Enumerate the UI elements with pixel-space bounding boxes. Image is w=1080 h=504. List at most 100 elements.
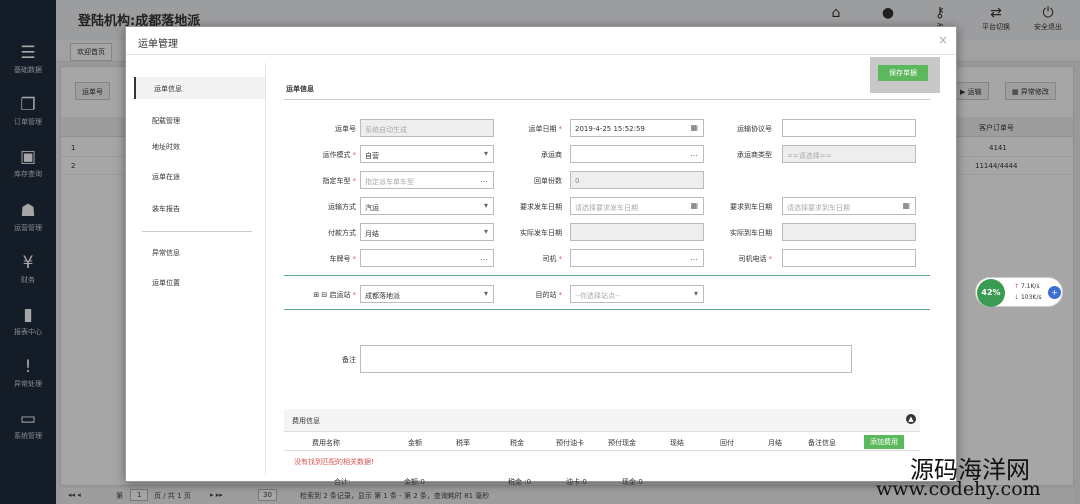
- label-text: 司机: [542, 255, 557, 263]
- fee-col-monthly: 月结: [768, 439, 782, 447]
- waybill-modal: 运单管理 × 运单信息 配载管理 地址时效 运单在途 装车报告 异常信息 运单位…: [125, 26, 957, 486]
- label-actual-arrive: 实际到车日期: [692, 228, 772, 238]
- arrow-up-icon: ↑: [1014, 283, 1020, 290]
- nav-loading-report[interactable]: 装车报告: [134, 197, 265, 219]
- save-button[interactable]: 保存单据: [878, 65, 928, 81]
- label-text: 备注: [342, 356, 356, 364]
- waybill-no-field[interactable]: 系统自动生成: [360, 119, 494, 137]
- label-carrier: 承运商: [482, 150, 562, 160]
- nav-address-timing[interactable]: 地址时效: [134, 135, 265, 157]
- plate-no-field[interactable]: …: [360, 249, 494, 267]
- fee-col-tax-rate: 税率: [456, 439, 470, 447]
- nav-exceptions[interactable]: 异常信息: [134, 241, 265, 263]
- waybill-date-field[interactable]: 2019-4-25 15:52:59 ▦: [570, 119, 704, 137]
- label-text: 实际到车日期: [730, 229, 772, 237]
- label-transport-mode: 运输方式: [276, 202, 356, 212]
- agreement-no-field[interactable]: [782, 119, 916, 137]
- nav-divider: [142, 231, 252, 232]
- label-destination: 目的站 *: [535, 291, 563, 299]
- req-depart-field[interactable]: 请选择要求发车日期 ▦: [570, 197, 704, 215]
- label-text: 运单日期: [528, 125, 557, 133]
- carrier-type-field[interactable]: ==请选择==: [782, 145, 916, 163]
- fee-table-header: 费用名称 金额 税率 税金 预付油卡 预付现金 现结 回付 月结 备注信息 添加…: [284, 431, 920, 451]
- label-text: 运作模式: [322, 151, 351, 159]
- download-speed-value: 103K/s: [1020, 294, 1042, 301]
- nav-loading[interactable]: 配载管理: [134, 109, 265, 131]
- label-req-arrive: 要求到车日期: [692, 202, 772, 212]
- nav-waybill-info[interactable]: 运单信息: [134, 77, 265, 99]
- section-divider-green: [284, 309, 930, 310]
- arrow-down-icon: ↓: [1014, 294, 1020, 301]
- field-value: 成都落地派: [365, 292, 400, 300]
- label-text: ⊞ ⊟ 启运站: [313, 291, 351, 299]
- carrier-field[interactable]: …: [570, 145, 704, 163]
- total-label: 合计:: [334, 478, 351, 486]
- destination-select[interactable]: --你选择站点-- ▾: [570, 285, 704, 303]
- modal-title: 运单管理: [138, 39, 178, 50]
- section-divider: [284, 99, 930, 100]
- actual-depart-field[interactable]: [570, 223, 704, 241]
- fee-section-title: 费用信息: [292, 417, 320, 425]
- collapse-icon[interactable]: ▲: [906, 414, 916, 424]
- no-data-message: 没有找到匹配的相关数据!: [294, 458, 374, 466]
- settlement-select[interactable]: 月结 ▾: [360, 223, 494, 241]
- label-text: 承运商: [541, 151, 562, 159]
- label-text: 要求发车日期: [520, 203, 562, 211]
- actual-arrive-field[interactable]: [782, 223, 916, 241]
- operation-mode-select[interactable]: 自营 ▾: [360, 145, 494, 163]
- label-text: 指定车型: [322, 177, 351, 185]
- label-text: 运输方式: [328, 203, 356, 211]
- transport-mode-select[interactable]: 汽运 ▾: [360, 197, 494, 215]
- fee-col-tax: 税金: [510, 439, 524, 447]
- download-speed: ↓ 103K/s: [1014, 294, 1042, 301]
- label-driver-phone: 司机电话 *: [738, 255, 773, 263]
- driver-phone-field[interactable]: [782, 249, 916, 267]
- origin-select[interactable]: 成都落地派 ▾: [360, 285, 494, 303]
- label-text: 运单号: [335, 125, 356, 133]
- nav-location[interactable]: 运单位置: [134, 271, 265, 293]
- driver-field[interactable]: …: [570, 249, 704, 267]
- modal-header: 运单管理 ×: [126, 27, 956, 55]
- field-value: 2019-4-25 15:52:59: [575, 125, 645, 133]
- fee-col-remark: 备注信息: [808, 439, 836, 447]
- upload-speed: ↑ 7.1K/s: [1014, 283, 1040, 290]
- label-carrier-type: 承运商类型: [692, 150, 772, 160]
- field-placeholder: 指定派车单车型: [365, 178, 414, 186]
- label-actual-depart: 实际发车日期: [482, 228, 562, 238]
- label-receipt-copies: 回单份数: [482, 176, 562, 186]
- label-text: 运输协议号: [737, 125, 772, 133]
- add-fee-button[interactable]: 添加费用: [864, 435, 904, 449]
- label-text: 车牌号: [329, 255, 351, 263]
- req-arrive-field[interactable]: 请选择要求到车日期 ▦: [782, 197, 916, 215]
- total-cash: 现金:0: [622, 478, 643, 486]
- vehicle-type-field[interactable]: 指定派车单车型…: [360, 171, 494, 189]
- nav-in-transit[interactable]: 运单在途: [134, 165, 265, 187]
- label-origin: ⊞ ⊟ 启运站 *: [313, 291, 356, 299]
- label-text: 付款方式: [328, 229, 356, 237]
- calendar-icon[interactable]: ▦: [902, 201, 910, 210]
- plus-icon[interactable]: +: [1048, 286, 1061, 299]
- total-oil: 油卡:0: [566, 478, 587, 486]
- remark-textarea[interactable]: [360, 345, 852, 373]
- close-icon[interactable]: ×: [938, 33, 948, 47]
- label-driver: 司机 *: [542, 255, 563, 263]
- label-settlement: 付款方式: [276, 228, 356, 238]
- section-divider-green: [284, 275, 930, 276]
- fee-col-prepaid-cash: 预付现金: [608, 439, 636, 447]
- fee-col-return-pay: 回付: [720, 439, 734, 447]
- network-speed-widget[interactable]: 42% ↑ 7.1K/s ↓ 103K/s +: [975, 277, 1063, 307]
- fee-col-amount: 金额: [408, 439, 422, 447]
- label-vehicle-type: 指定车型 *: [322, 177, 357, 185]
- fee-col-cash-settle: 现结: [670, 439, 684, 447]
- field-value: 自营: [365, 152, 379, 160]
- upload-speed-value: 7.1K/s: [1020, 283, 1040, 290]
- receipt-copies-field[interactable]: 0: [570, 171, 704, 189]
- chevron-down-icon: ▾: [693, 289, 698, 298]
- field-value: 月结: [365, 230, 379, 238]
- section-title: 运单信息: [286, 85, 314, 93]
- fee-col-name: 费用名称: [312, 439, 340, 447]
- field-placeholder: 请选择要求发车日期: [575, 204, 638, 212]
- fee-section-header: 费用信息 ▲: [284, 409, 920, 431]
- watermark-url: www.codehy.com: [876, 478, 1041, 500]
- label-agreement-no: 运输协议号: [692, 124, 772, 134]
